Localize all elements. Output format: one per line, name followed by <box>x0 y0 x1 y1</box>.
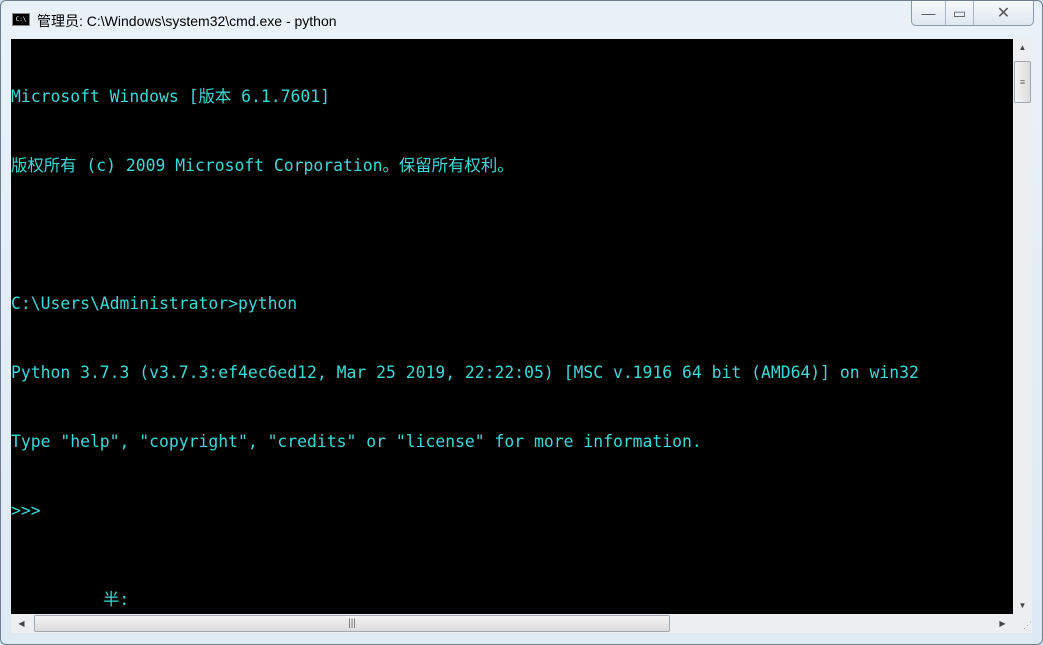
maximize-button[interactable]: ▭ <box>946 1 974 25</box>
console-line: Microsoft Windows [版本 6.1.7601] <box>11 87 330 106</box>
horizontal-scrollbar[interactable]: ◀ ||| ▶ <box>11 614 1013 633</box>
vertical-scroll-thumb[interactable]: ≡ <box>1014 61 1031 103</box>
resize-grip-icon[interactable]: ⋰ <box>1013 614 1032 633</box>
console-line: Python 3.7.3 (v3.7.3:ef4ec6ed12, Mar 25 … <box>11 363 919 382</box>
close-button[interactable]: ✕ <box>974 1 1033 25</box>
scroll-right-icon[interactable]: ▶ <box>994 619 1011 628</box>
vertical-scrollbar[interactable]: ▲ ≡ ▼ <box>1013 39 1032 614</box>
console-line: 版权所有 (c) 2009 Microsoft Corporation。保留所有… <box>11 156 514 175</box>
scroll-up-icon[interactable]: ▲ <box>1014 43 1031 52</box>
scroll-left-icon[interactable]: ◀ <box>13 619 30 628</box>
title-bar[interactable]: C:\ 管理员: C:\Windows\system32\cmd.exe - p… <box>1 1 1042 39</box>
cmd-window: C:\ 管理员: C:\Windows\system32\cmd.exe - p… <box>0 0 1043 645</box>
python-prompt[interactable]: >>> <box>11 499 1013 522</box>
ime-status: 半: <box>103 590 130 609</box>
window-title: 管理员: C:\Windows\system32\cmd.exe - pytho… <box>37 13 337 29</box>
window-controls: — ▭ ✕ <box>911 1 1034 26</box>
console-line: Type "help", "copyright", "credits" or "… <box>11 432 702 451</box>
console-output[interactable]: Microsoft Windows [版本 6.1.7601] 版权所有 (c)… <box>11 39 1013 614</box>
cmd-icon[interactable]: C:\ <box>12 13 30 26</box>
scroll-down-icon[interactable]: ▼ <box>1014 601 1031 610</box>
console-line: C:\Users\Administrator>python <box>11 294 298 313</box>
minimize-button[interactable]: — <box>912 1 946 25</box>
horizontal-scroll-thumb[interactable]: ||| <box>34 615 670 632</box>
